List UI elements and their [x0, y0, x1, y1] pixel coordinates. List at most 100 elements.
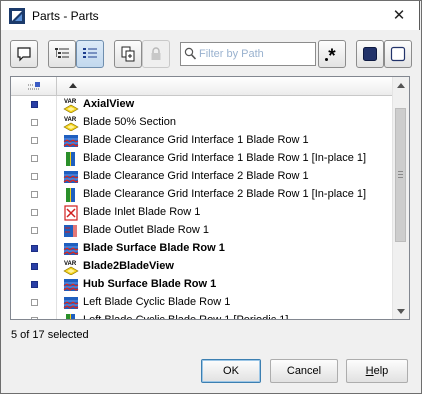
interface-icon	[63, 313, 79, 319]
table-row[interactable]: Left Blade Cyclic Blade Row 1	[11, 294, 394, 312]
select-column-header[interactable]	[11, 77, 57, 95]
wildcard-button[interactable]: *	[318, 40, 346, 68]
row-select-cell[interactable]	[11, 294, 57, 312]
ok-button[interactable]: OK	[201, 359, 261, 383]
row-name-cell[interactable]: VAR Blade 50% Section	[61, 114, 391, 132]
title-bar[interactable]: Parts - Parts ✕	[0, 0, 420, 30]
row-select-cell[interactable]	[11, 312, 57, 319]
lock-button[interactable]	[142, 40, 170, 68]
table-row[interactable]: Hub Surface Blade Row 1	[11, 276, 394, 294]
unselected-marker-icon[interactable]	[31, 299, 38, 306]
unselected-marker-icon[interactable]	[31, 209, 38, 216]
row-select-cell[interactable]	[11, 222, 57, 240]
row-select-cell[interactable]	[11, 168, 57, 186]
row-select-cell[interactable]	[11, 114, 57, 132]
list-view-icon	[83, 48, 97, 58]
row-label: AxialView	[83, 98, 135, 110]
table-row[interactable]: Blade Outlet Blade Row 1	[11, 222, 394, 240]
unselected-marker-icon[interactable]	[31, 137, 38, 144]
row-name-cell[interactable]: Blade Clearance Grid Interface 2 Blade R…	[61, 168, 391, 186]
row-name-cell[interactable]: Left Blade Cyclic Blade Row 1	[61, 294, 391, 312]
surface-mesh-icon	[63, 277, 79, 293]
vertical-scrollbar[interactable]	[392, 77, 409, 319]
row-name-cell[interactable]: Left Blade Cyclic Blade Row 1 [Periodic …	[61, 312, 391, 320]
select-all-button[interactable]	[356, 40, 384, 68]
table-row[interactable]: Blade Surface Blade Row 1	[11, 240, 394, 258]
search-icon	[184, 47, 197, 60]
selected-marker-icon[interactable]	[31, 245, 38, 252]
surface-mesh-icon	[63, 295, 79, 311]
unselected-marker-icon[interactable]	[31, 173, 38, 180]
table-row[interactable]: VAR AxialView	[11, 96, 394, 114]
var-view-icon: VAR	[63, 97, 79, 114]
close-icon: ✕	[392, 7, 406, 24]
table-row[interactable]: VAR Blade 50% Section	[11, 114, 394, 132]
row-name-cell[interactable]: VAR AxialView	[61, 96, 391, 114]
table-row[interactable]: Blade Clearance Grid Interface 1 Blade R…	[11, 150, 394, 168]
select-none-icon	[390, 46, 406, 62]
row-select-cell[interactable]	[11, 240, 57, 258]
svg-text:VAR: VAR	[64, 99, 77, 105]
table-row[interactable]: Blade Inlet Blade Row 1	[11, 204, 394, 222]
row-select-cell[interactable]	[11, 132, 57, 150]
table-row[interactable]: Blade Clearance Grid Interface 1 Blade R…	[11, 132, 394, 150]
row-name-cell[interactable]: Blade Clearance Grid Interface 2 Blade R…	[61, 186, 391, 204]
unselected-marker-icon[interactable]	[31, 119, 38, 126]
close-button[interactable]: ✕	[385, 4, 413, 26]
filter-input[interactable]	[199, 46, 311, 62]
row-select-cell[interactable]	[11, 258, 57, 276]
selected-marker-icon[interactable]	[31, 263, 38, 270]
unselected-marker-icon[interactable]	[31, 227, 38, 234]
table-row[interactable]: Blade Clearance Grid Interface 2 Blade R…	[11, 186, 394, 204]
row-name-cell[interactable]: Blade Clearance Grid Interface 1 Blade R…	[61, 150, 391, 168]
svg-text:VAR: VAR	[64, 261, 77, 267]
tree-view-icon	[55, 48, 69, 58]
row-select-cell[interactable]	[11, 150, 57, 168]
table-row[interactable]: Blade Clearance Grid Interface 2 Blade R…	[11, 168, 394, 186]
row-label: Left Blade Cyclic Blade Row 1 [Periodic …	[83, 314, 289, 320]
scroll-down-button[interactable]	[393, 303, 409, 319]
row-name-cell[interactable]: Blade Clearance Grid Interface 1 Blade R…	[61, 132, 391, 150]
cancel-button[interactable]: Cancel	[270, 359, 338, 383]
speech-bubble-icon	[17, 47, 31, 62]
table-header	[11, 77, 394, 96]
copy-paste-icon	[121, 46, 135, 62]
table-body: VAR AxialView VAR Blade 50% Section Blad…	[11, 96, 394, 320]
row-label: Blade Clearance Grid Interface 2 Blade R…	[83, 170, 309, 182]
help-button[interactable]: Help	[346, 359, 408, 383]
scroll-thumb[interactable]	[395, 108, 406, 243]
row-name-cell[interactable]: VAR Blade2BladeView	[61, 258, 391, 276]
selected-marker-icon[interactable]	[31, 101, 38, 108]
toolbar: *	[10, 40, 412, 70]
row-name-cell[interactable]: Blade Surface Blade Row 1	[61, 240, 391, 258]
app-logo-icon	[9, 8, 25, 24]
tree-view-button[interactable]	[48, 40, 76, 68]
name-column-header[interactable]	[57, 77, 394, 95]
unselected-marker-icon[interactable]	[31, 191, 38, 198]
comment-button[interactable]	[10, 40, 38, 68]
var-view-icon: VAR	[63, 115, 79, 132]
selected-marker-icon[interactable]	[31, 281, 38, 288]
list-view-button[interactable]	[76, 40, 104, 68]
row-name-cell[interactable]: Blade Outlet Blade Row 1	[61, 222, 391, 240]
select-none-button[interactable]	[384, 40, 412, 68]
row-select-cell[interactable]	[11, 96, 57, 114]
copy-paste-button[interactable]	[114, 40, 142, 68]
table-row[interactable]: Left Blade Cyclic Blade Row 1 [Periodic …	[11, 312, 394, 320]
row-select-cell[interactable]	[11, 186, 57, 204]
row-name-cell[interactable]: Hub Surface Blade Row 1	[61, 276, 391, 294]
table-row[interactable]: VAR Blade2BladeView	[11, 258, 394, 276]
row-label: Hub Surface Blade Row 1	[83, 278, 217, 290]
select-all-icon	[363, 47, 377, 61]
filter-field[interactable]	[180, 42, 316, 66]
help-mnemonic: H	[365, 365, 374, 377]
row-select-cell[interactable]	[11, 276, 57, 294]
row-label: Left Blade Cyclic Blade Row 1	[83, 296, 231, 308]
scroll-up-button[interactable]	[393, 77, 409, 93]
row-select-cell[interactable]	[11, 204, 57, 222]
row-name-cell[interactable]: Blade Inlet Blade Row 1	[61, 204, 391, 222]
parts-table[interactable]: VAR AxialView VAR Blade 50% Section Blad…	[10, 76, 410, 320]
unselected-marker-icon[interactable]	[31, 155, 38, 162]
row-label: Blade Surface Blade Row 1	[83, 242, 225, 254]
unselected-marker-icon[interactable]	[31, 317, 38, 319]
